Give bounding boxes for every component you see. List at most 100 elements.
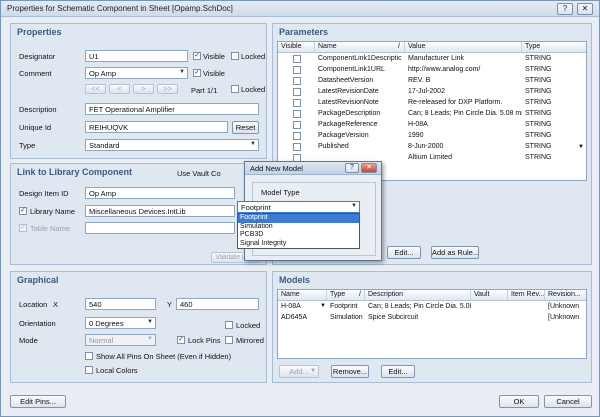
param-visible-checkbox[interactable] xyxy=(293,77,301,85)
param-value: Manufacturer Link xyxy=(408,55,465,62)
param-value: http://www.analog.com/ xyxy=(408,66,481,73)
models-table[interactable]: Name Type / Description Vault Item Rev..… xyxy=(277,289,587,359)
model-type-option[interactable]: PCB3D xyxy=(238,231,359,240)
reset-button[interactable]: Reset xyxy=(232,121,259,134)
last-part-button[interactable]: >> xyxy=(157,84,178,94)
designator-visible-checkbox[interactable]: ✓ xyxy=(193,52,201,60)
table-row[interactable]: ComponentLink1Descriptic Manufacturer Lin… xyxy=(278,54,586,65)
model-description: Can; 8 Leads; Pin Circle Dia. 5.08 r xyxy=(368,303,471,310)
column-header-name[interactable]: Name / xyxy=(315,42,405,53)
design-item-input[interactable]: Op Amp xyxy=(85,187,235,199)
lock-pins-checkbox[interactable]: ✓ xyxy=(177,336,185,344)
param-visible-checkbox[interactable] xyxy=(293,121,301,129)
model-type-option[interactable]: Footprint xyxy=(238,214,359,223)
table-row[interactable]: DatasheetVersion REV. B STRING xyxy=(278,76,586,87)
close-button[interactable]: ✕ xyxy=(577,3,593,15)
column-header-value[interactable]: Value xyxy=(405,42,522,53)
table-row[interactable]: LatestRevisionDate 17-Jul-2002 STRING xyxy=(278,87,586,98)
designator-locked-label: Locked xyxy=(241,52,266,61)
orientation-locked-checkbox[interactable] xyxy=(225,321,233,329)
chevron-down-icon: ▼ xyxy=(310,368,316,374)
table-row[interactable]: AD645A Simulation Spice Subcircuit [Unknown xyxy=(278,313,586,324)
column-header-visible[interactable]: Visible xyxy=(278,42,315,53)
designator-input[interactable]: U1 xyxy=(85,50,188,62)
table-row[interactable]: PackageReference H-08A STRING xyxy=(278,120,586,131)
param-type: STRING xyxy=(525,77,552,84)
column-header-item-rev[interactable]: Item Rev... xyxy=(508,290,545,301)
mirrored-label: Mirrored xyxy=(236,336,264,345)
location-y-input[interactable]: 460 xyxy=(176,298,259,310)
param-visible-checkbox[interactable] xyxy=(293,99,301,107)
parameters-table[interactable]: Visible Name / Value Type ComponentLink1… xyxy=(277,41,587,181)
designator-locked-checkbox[interactable] xyxy=(231,52,239,60)
comment-visible-checkbox[interactable]: ✓ xyxy=(193,69,201,77)
description-input[interactable]: FET Operational Amplifier xyxy=(85,103,259,115)
dialog-help-button[interactable]: ? xyxy=(345,163,359,173)
cancel-button[interactable]: Cancel xyxy=(544,395,592,408)
model-type-option[interactable]: Signal Integrity xyxy=(238,240,359,249)
dialog-title-bar: Add New Model ? ✕ xyxy=(245,162,381,175)
table-row[interactable]: H-08A ▼ Footprint Can; 8 Leads; Pin Circle … xyxy=(278,302,586,313)
param-name: PackageDescription xyxy=(318,110,381,117)
param-type: STRING xyxy=(525,121,552,128)
add-model-button[interactable]: Add... ▼ xyxy=(279,365,319,378)
mode-dropdown[interactable]: Normal ▼ xyxy=(85,334,156,346)
param-visible-checkbox[interactable] xyxy=(293,66,301,74)
table-row[interactable]: PackageDescription Can; 8 Leads; Pin Circ… xyxy=(278,109,586,120)
orientation-dropdown[interactable]: 0 Degrees ▼ xyxy=(85,317,156,329)
model-name: H-08A xyxy=(281,303,301,310)
part-locked-checkbox[interactable] xyxy=(231,85,239,93)
location-x-input[interactable]: 540 xyxy=(85,298,156,310)
type-dropdown[interactable]: Standard ▼ xyxy=(85,139,259,151)
help-button[interactable]: ? xyxy=(557,3,573,15)
unique-id-input[interactable]: REIHUQVK xyxy=(85,121,228,133)
column-header-type[interactable]: Type xyxy=(522,42,586,53)
model-item-rev xyxy=(508,313,545,323)
library-name-checkbox[interactable]: ✓ xyxy=(19,207,27,215)
param-visible-checkbox[interactable] xyxy=(293,110,301,118)
column-header-model-type[interactable]: Type / xyxy=(327,290,365,301)
param-visible-checkbox[interactable] xyxy=(293,88,301,96)
comment-dropdown[interactable]: Op Amp ▼ xyxy=(85,67,188,79)
properties-panel: Properties Designator U1 ✓ Visible Locke… xyxy=(10,23,267,159)
first-part-button[interactable]: << xyxy=(85,84,106,94)
ok-button[interactable]: OK xyxy=(499,395,539,408)
edit-model-button[interactable]: Edit... xyxy=(381,365,415,378)
dialog-close-button[interactable]: ✕ xyxy=(361,163,377,173)
edit-parameter-button[interactable]: Edit... xyxy=(387,246,421,259)
prev-part-button[interactable]: < xyxy=(109,84,130,94)
model-type-label: Model Type xyxy=(261,188,300,197)
remove-model-button[interactable]: Remove... xyxy=(331,365,369,378)
param-visible-checkbox[interactable] xyxy=(293,143,301,151)
mirrored-checkbox[interactable] xyxy=(225,336,233,344)
x-label: X xyxy=(53,300,59,309)
column-header-model-name[interactable]: Name xyxy=(278,290,327,301)
model-type-dropdown[interactable]: Footprint ▼ xyxy=(237,201,360,213)
library-link-title: Link to Library Component xyxy=(17,167,133,177)
next-part-button[interactable]: > xyxy=(133,84,154,94)
local-colors-checkbox[interactable] xyxy=(85,366,93,374)
table-row[interactable]: Published 8-Jun-2000 STRING xyxy=(278,142,586,153)
column-header-description[interactable]: Description xyxy=(365,290,471,301)
table-name-input[interactable] xyxy=(85,222,235,234)
param-visible-checkbox[interactable] xyxy=(293,55,301,63)
column-header-revision[interactable]: Revision... xyxy=(545,290,586,301)
param-visible-checkbox[interactable] xyxy=(293,132,301,140)
table-row[interactable]: PackageVersion 1990 STRING xyxy=(278,131,586,142)
table-row[interactable]: ComponentLink1URL http://www.analog.com/S… xyxy=(278,65,586,76)
model-type-options-list[interactable]: Footprint Simulation PCB3D Signal Integrity xyxy=(237,213,360,249)
column-header-vault[interactable]: Vault xyxy=(471,290,508,301)
table-row[interactable]: LatestRevisionNote Re-released for DXP Pl… xyxy=(278,98,586,109)
table-name-checkbox[interactable]: ✓ xyxy=(19,224,27,232)
model-type-option[interactable]: Simulation xyxy=(238,223,359,232)
add-as-rule-button[interactable]: Add as Rule... xyxy=(431,246,479,259)
model-type-selected: Footprint xyxy=(241,203,271,212)
model-vault xyxy=(471,302,508,312)
library-name-input[interactable]: Miscellaneous Devices.IntLib xyxy=(85,205,235,217)
show-all-pins-checkbox[interactable] xyxy=(85,352,93,360)
chevron-down-icon[interactable]: ▼ xyxy=(578,144,584,150)
chevron-down-icon[interactable]: ▼ xyxy=(320,303,326,309)
orientation-label: Orientation xyxy=(19,319,56,328)
edit-pins-button[interactable]: Edit Pins... xyxy=(10,395,66,408)
param-value: REV. B xyxy=(408,77,431,84)
